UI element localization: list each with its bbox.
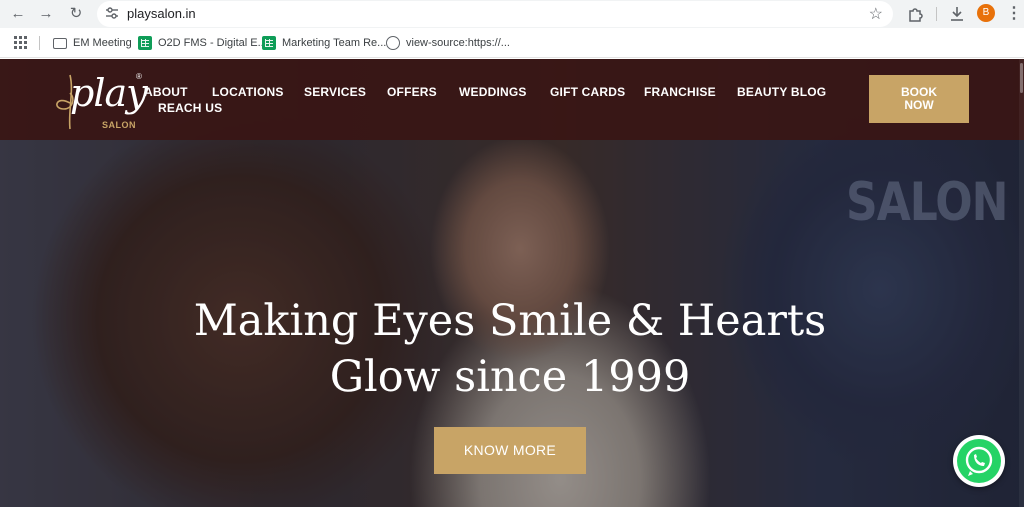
nav-weddings[interactable]: WEDDINGS — [459, 85, 527, 99]
nav-franchise[interactable]: FRANCHISE — [644, 85, 716, 99]
tune-icon[interactable] — [105, 6, 119, 20]
bookmark-em-meeting[interactable]: EM Meeting — [53, 35, 132, 51]
back-arrow-icon[interactable]: ← — [8, 4, 28, 24]
play-salon-logo[interactable]: play ® SALON — [50, 69, 148, 133]
hero-headline: Making Eyes Smile & Hearts Glow since 19… — [160, 293, 860, 405]
website-viewport: SALON play ® SALON ABOUT LOCATIONS SERVI… — [0, 59, 1024, 507]
book-now-line2: NOW — [904, 98, 934, 112]
nav-locations[interactable]: LOCATIONS — [212, 85, 284, 99]
toolbar-divider — [936, 7, 937, 21]
hero-headline-line2: Glow since 1999 — [329, 352, 691, 402]
whatsapp-badge — [957, 439, 1001, 483]
bookmarks-bar: EM Meeting O2D FMS - Digital E... Market… — [0, 28, 1024, 58]
nav-about[interactable]: ABOUT — [144, 85, 188, 99]
folder-icon — [53, 37, 67, 49]
bookmarks-divider — [39, 36, 40, 50]
site-header: play ® SALON ABOUT LOCATIONS SERVICES OF… — [0, 59, 1024, 140]
whatsapp-glyph — [965, 446, 993, 476]
puzzle-icon[interactable] — [906, 5, 924, 23]
nav-offers[interactable]: OFFERS — [387, 85, 437, 99]
browser-toolbar: ← → ↻ playsalon.in ☆ B ⋮ — [0, 0, 1024, 28]
bookmark-marketing-team[interactable]: Marketing Team Re... — [262, 35, 386, 51]
star-icon[interactable]: ☆ — [869, 4, 883, 24]
bookmark-label: view-source:https://... — [406, 37, 510, 49]
whatsapp-icon[interactable] — [953, 435, 1005, 487]
book-now-button[interactable]: BOOK NOW — [869, 75, 969, 123]
sheets-icon — [262, 36, 276, 50]
profile-avatar[interactable]: B — [977, 4, 995, 22]
download-icon[interactable] — [948, 5, 966, 23]
sheets-icon — [138, 36, 152, 50]
reload-icon[interactable]: ↻ — [66, 4, 86, 24]
url-text[interactable]: playsalon.in — [127, 6, 196, 21]
forward-arrow-icon[interactable]: → — [36, 4, 56, 24]
bookmark-o2d-fms[interactable]: O2D FMS - Digital E... — [138, 35, 267, 51]
globe-icon — [386, 36, 400, 50]
logo-sub: SALON — [102, 120, 136, 130]
apps-grid-icon[interactable] — [14, 36, 27, 49]
page-scrollbar-thumb[interactable] — [1020, 63, 1023, 93]
nav-reach-us[interactable]: REACH US — [158, 101, 222, 115]
bookmark-label: O2D FMS - Digital E... — [158, 37, 267, 49]
nav-services[interactable]: SERVICES — [304, 85, 366, 99]
page-scrollbar[interactable] — [1019, 59, 1024, 507]
logo-registered-mark: ® — [136, 72, 142, 81]
address-bar[interactable]: playsalon.in ☆ — [97, 1, 893, 27]
know-more-button[interactable]: KNOW MORE — [434, 427, 586, 474]
nav-gift-cards[interactable]: GIFT CARDS — [550, 85, 625, 99]
bookmark-label: EM Meeting — [73, 37, 132, 49]
hero-headline-line1: Making Eyes Smile & Hearts — [193, 296, 827, 346]
bookmark-label: Marketing Team Re... — [282, 37, 387, 49]
bookmark-view-source[interactable]: view-source:https://... — [386, 35, 510, 51]
nav-beauty-blog[interactable]: BEAUTY BLOG — [737, 85, 826, 99]
kebab-menu-icon[interactable]: ⋮ — [1006, 4, 1022, 24]
